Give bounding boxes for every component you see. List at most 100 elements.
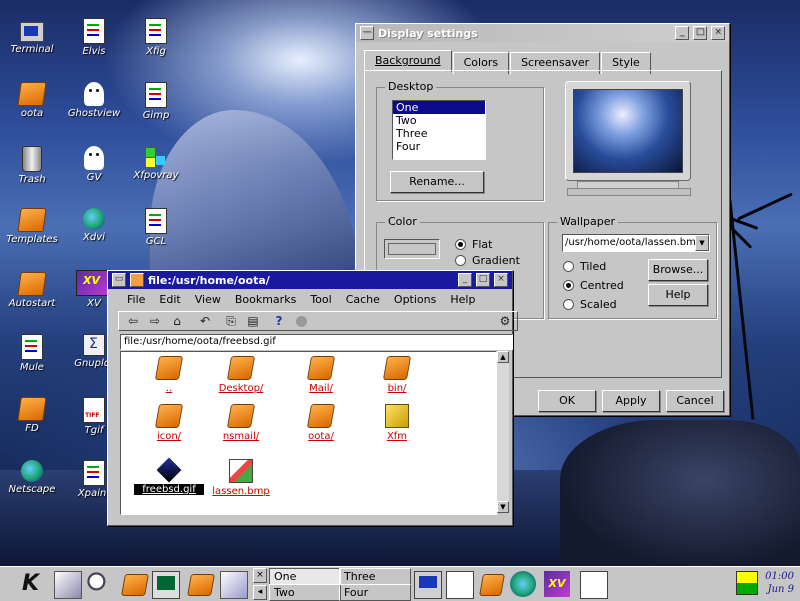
desktop-icon-elvis[interactable]: Elvis — [62, 18, 126, 57]
desktop-listbox[interactable]: One Two Three Four — [392, 100, 486, 160]
desktop-icon-gv[interactable]: GV — [62, 146, 126, 183]
back-icon[interactable]: ⇦ — [125, 313, 141, 329]
wallpaper-tiled-radio[interactable]: Tiled — [563, 260, 606, 273]
ok-button[interactable]: OK — [538, 390, 596, 412]
globe-icon — [21, 460, 43, 482]
desktop-icon-terminal[interactable]: Terminal — [0, 18, 64, 55]
copy-icon[interactable]: ⎘ — [223, 313, 239, 329]
color-gradient-radio[interactable]: Gradient — [455, 254, 520, 267]
color-swatch-button[interactable] — [384, 239, 440, 259]
menu-help[interactable]: Help — [443, 292, 482, 307]
apply-button[interactable]: Apply — [602, 390, 660, 412]
menu-edit[interactable]: Edit — [152, 292, 187, 307]
pager-desktop-one[interactable]: One — [269, 568, 341, 585]
file-item-lassen-bmp[interactable]: lassen.bmp — [206, 459, 276, 497]
file-item-oota[interactable]: oota/ — [286, 404, 356, 442]
utilities-icon[interactable] — [220, 571, 248, 599]
find-icon[interactable] — [86, 571, 112, 597]
desktop-item-two[interactable]: Two — [393, 114, 485, 127]
rename-button[interactable]: Rename... — [390, 171, 484, 193]
wallpaper-file-combo[interactable]: /usr/home/oota/lassen.bmp ▼ — [562, 234, 710, 252]
reload-icon[interactable]: ↶ — [197, 313, 213, 329]
help-button[interactable]: Help — [648, 284, 708, 306]
globe-icon[interactable] — [510, 571, 536, 597]
chevron-down-icon[interactable]: ▼ — [695, 235, 709, 251]
scroll-down-icon[interactable]: ▼ — [497, 501, 509, 513]
editor-icon[interactable] — [446, 571, 474, 599]
vertical-scrollbar[interactable]: ▲ ▼ — [497, 351, 509, 513]
desktop-icon-gimp[interactable]: Gimp — [124, 82, 188, 121]
folder-icon[interactable] — [478, 571, 505, 597]
tiff-icon[interactable] — [580, 571, 608, 599]
file-item-nsmail[interactable]: nsmail/ — [206, 404, 276, 442]
tab-background[interactable]: Background — [364, 50, 452, 72]
k-menu-icon[interactable]: K — [22, 571, 48, 597]
file-item-parent[interactable]: .. — [134, 356, 204, 394]
gear-icon[interactable]: ⚙ — [497, 313, 513, 329]
window-menu-icon[interactable]: — — [360, 26, 374, 40]
desktop-icon-autostart[interactable]: Autostart — [0, 272, 64, 309]
disk-icon[interactable] — [736, 571, 758, 595]
wallpaper-centred-radio[interactable]: Centred — [563, 279, 624, 292]
file-item-desktop[interactable]: Desktop/ — [206, 356, 276, 394]
browse-button[interactable]: Browse... — [648, 259, 708, 281]
color-flat-radio[interactable]: Flat — [455, 238, 492, 251]
desktop-icon-mule[interactable]: Mule — [0, 334, 64, 373]
file-item-mail[interactable]: Mail/ — [286, 356, 356, 394]
cancel-button[interactable]: Cancel — [666, 390, 724, 412]
display-settings-titlebar[interactable]: — Display settings _ □ × — [356, 24, 729, 42]
terminal-icon[interactable] — [152, 571, 180, 599]
close-icon[interactable]: × — [253, 568, 267, 583]
pager-desktop-four[interactable]: Four — [339, 584, 411, 601]
menu-file[interactable]: File — [120, 292, 152, 307]
paste-icon[interactable]: ▤ — [245, 313, 261, 329]
location-input[interactable]: file:/usr/home/oota/freebsd.gif — [120, 334, 513, 350]
pager-handle[interactable]: × ◂ — [253, 568, 267, 600]
menu-tool[interactable]: Tool — [303, 292, 338, 307]
maximize-button[interactable]: □ — [693, 26, 707, 40]
close-button[interactable]: × — [711, 26, 725, 40]
folder-icon[interactable] — [130, 273, 144, 287]
file-item-bin[interactable]: bin/ — [362, 356, 432, 394]
windows-list-icon[interactable] — [54, 571, 82, 599]
stop-icon[interactable] — [293, 313, 309, 329]
file-manager-titlebar[interactable]: ▭ file:/usr/home/oota/ _ □ × — [108, 271, 512, 289]
pager-desktop-two[interactable]: Two — [269, 584, 341, 601]
desktop-icon-xfig[interactable]: Xfig — [124, 18, 188, 57]
pager-desktop-three[interactable]: Three — [339, 568, 411, 585]
maximize-button[interactable]: □ — [476, 273, 490, 287]
forward-icon[interactable]: ⇨ — [147, 313, 163, 329]
desktop-icon-ghostview[interactable]: Ghostview — [62, 82, 126, 119]
home-icon[interactable]: ⌂ — [169, 313, 185, 329]
desktop-item-four[interactable]: Four — [393, 140, 485, 153]
help-icon[interactable]: ? — [271, 313, 287, 329]
desktop-icon-netscape[interactable]: Netscape — [0, 460, 64, 495]
close-button[interactable]: × — [494, 273, 508, 287]
wallpaper-scaled-radio[interactable]: Scaled — [563, 298, 617, 311]
scroll-up-icon[interactable]: ▲ — [497, 351, 509, 363]
pager-scroll-icon[interactable]: ◂ — [253, 585, 267, 600]
desktop-icon-fd[interactable]: FD — [0, 397, 64, 434]
settings-folder-icon[interactable] — [186, 571, 215, 597]
desktop-item-three[interactable]: Three — [393, 127, 485, 140]
menu-options[interactable]: Options — [387, 292, 443, 307]
menu-bookmarks[interactable]: Bookmarks — [228, 292, 303, 307]
menu-cache[interactable]: Cache — [339, 292, 387, 307]
desktop-item-one[interactable]: One — [393, 101, 485, 114]
minimize-button[interactable]: _ — [675, 26, 689, 40]
desktop-icon-trash[interactable]: Trash — [0, 146, 64, 185]
file-item-icon[interactable]: icon/ — [134, 404, 204, 442]
window-menu-icon[interactable]: ▭ — [112, 273, 126, 287]
desktop-icon-templates[interactable]: Templates — [0, 208, 64, 245]
home-folder-icon[interactable] — [120, 571, 149, 597]
minimize-button[interactable]: _ — [458, 273, 472, 287]
file-item-xfm[interactable]: Xfm — [362, 404, 432, 442]
xv-icon[interactable]: XV — [544, 571, 570, 597]
menu-view[interactable]: View — [188, 292, 228, 307]
desktop-icon-gcl[interactable]: GCL — [124, 208, 188, 247]
desktop-icon-oota[interactable]: oota — [0, 82, 64, 119]
monitor-icon[interactable] — [414, 571, 442, 599]
file-item-freebsd-gif[interactable]: freebsd.gif — [134, 457, 204, 495]
desktop-icon-xfpovray[interactable]: Xfpovray — [124, 146, 188, 181]
desktop-icon-xdvi[interactable]: Xdvi — [62, 208, 126, 243]
